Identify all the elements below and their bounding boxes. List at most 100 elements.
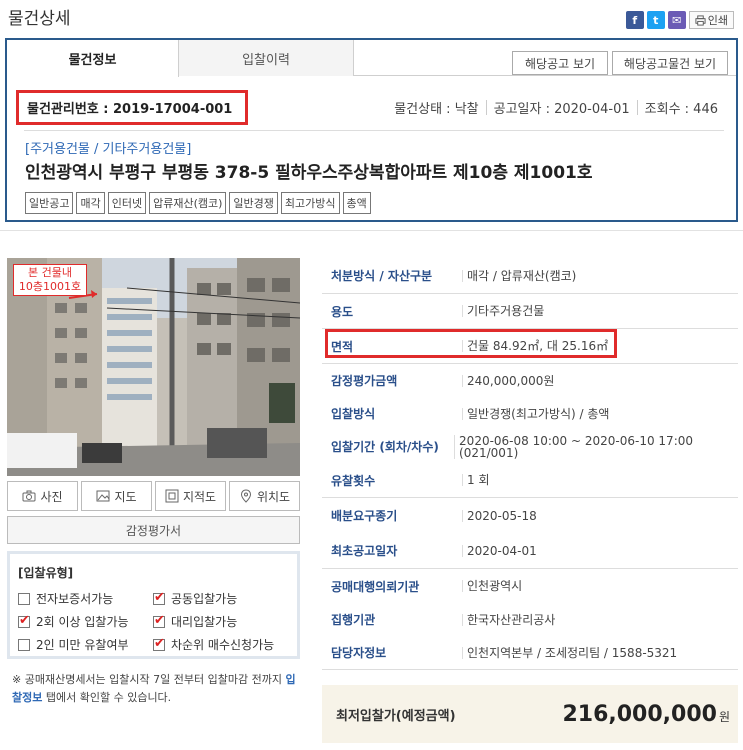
twitter-share-icon[interactable]: t <box>646 11 665 29</box>
bid-option-label: 대리입찰가능 <box>171 615 238 629</box>
tab-bid-history[interactable]: 입찰이력 <box>179 40 354 76</box>
printer-icon <box>695 14 706 26</box>
bid-option-label: 차순위 매수신청가능 <box>171 638 275 652</box>
print-button[interactable]: 인쇄 <box>688 11 734 29</box>
bid-option-min-bidders: 2인 미만 유찰여부 <box>18 636 153 653</box>
info-value: 인천지역본부 / 조세정리팀 / 1588-5321 <box>462 646 677 659</box>
minimum-bid-amount: 216,000,000 원 <box>562 702 730 727</box>
tab-item-info[interactable]: 물건정보 <box>7 40 179 77</box>
info-label: 공매대행의뢰기관 <box>331 579 420 594</box>
minimum-bid-label: 최저입찰가(예정금액) <box>336 708 456 724</box>
info-row-failed-count: 유찰횟수 1 회 <box>322 463 738 498</box>
bid-option-e-guarantee: 전자보증서가능 <box>18 590 153 607</box>
checkbox-checked <box>153 590 165 605</box>
photo-callout-line2: 10층1001호 <box>18 280 82 293</box>
item-category: [주거용건물 / 기타주거용건물] <box>25 142 192 157</box>
share-bar: f t ✉ 인쇄 <box>625 11 734 29</box>
bid-type-options: 전자보증서가능 공동입찰가능 2회 이상 입찰가능 대리입찰가능 2인 미만 유… <box>18 590 289 653</box>
info-row-disposal: 처분방식 / 자산구분 매각 / 압류재산(캠코) <box>322 258 738 294</box>
info-value: 기타주거용건물 <box>462 305 544 317</box>
info-label: 최초공고일자 <box>331 544 398 558</box>
item-tags: 일반공고 매각 인터넷 압류재산(캠코) 일반경쟁 최고가방식 총액 <box>25 192 371 214</box>
info-label: 입찰방식 <box>331 407 376 421</box>
info-label: 처분방식 / 자산구분 <box>331 269 433 283</box>
item-status: 물건상태 : 낙찰 <box>394 102 479 117</box>
view-notice-button[interactable]: 해당공고 보기 <box>512 51 608 75</box>
info-label: 감정평가금액 <box>331 374 398 388</box>
location-map-button-label: 위치도 <box>256 489 291 504</box>
tag: 최고가방식 <box>280 192 340 214</box>
divider <box>24 130 724 131</box>
info-row-executing-agency: 집행기관 한국자산관리공사 <box>322 603 738 636</box>
appraisal-report-button[interactable]: 감정평가서 <box>7 516 300 544</box>
minimum-bid-box: 최저입찰가(예정금액) 216,000,000 원 <box>322 685 738 743</box>
property-photo[interactable]: 본 건물내 10층1001호 <box>7 258 300 476</box>
map-button-label: 지도 <box>114 489 137 504</box>
tag: 압류재산(캠코) <box>149 192 227 214</box>
info-value: 240,000,000원 <box>462 374 554 387</box>
info-row-first-notice: 최초공고일자 2020-04-01 <box>322 533 738 569</box>
checkbox-checked <box>153 613 165 628</box>
bid-option-proxy: 대리입찰가능 <box>153 613 303 630</box>
tag: 일반경쟁 <box>229 192 278 214</box>
map-button[interactable]: 지도 <box>81 481 152 511</box>
info-value: 1 회 <box>462 474 490 486</box>
photo-button[interactable]: 사진 <box>7 481 78 511</box>
info-label: 집행기관 <box>331 613 376 627</box>
checkbox-unchecked <box>18 592 30 605</box>
info-row-requesting-agency: 공매대행의뢰기관 인천광역시 <box>322 569 738 603</box>
tab-bar: 물건정보 입찰이력 해당공고 보기 해당공고물건 보기 <box>7 40 736 77</box>
bid-type-box: [입찰유형] 전자보증서가능 공동입찰가능 2회 이상 입찰가능 대리입찰가능 … <box>7 551 300 659</box>
item-meta: 물건상태 : 낙찰 공고일자 : 2020-04-01 조회수 : 446 <box>394 98 718 117</box>
tag: 일반공고 <box>25 192 74 214</box>
tag: 매각 <box>76 192 105 214</box>
notice-date: 공고일자 : 2020-04-01 <box>493 102 630 117</box>
meta-divider <box>636 100 638 115</box>
info-label: 배분요구종기 <box>331 509 398 523</box>
facebook-share-icon[interactable]: f <box>625 11 644 29</box>
view-count: 조회수 : 446 <box>644 102 718 117</box>
location-map-button[interactable]: 위치도 <box>229 481 300 511</box>
bid-option-second-buyer: 차순위 매수신청가능 <box>153 636 303 653</box>
info-label: 유찰횟수 <box>331 473 376 488</box>
info-row-usage: 용도 기타주거용건물 <box>322 294 738 329</box>
bid-option-multiple: 2회 이상 입찰가능 <box>18 613 153 630</box>
bid-option-label: 공동입찰가능 <box>171 592 238 606</box>
page-title: 물건상세 <box>8 9 71 29</box>
item-info-table: 처분방식 / 자산구분 매각 / 압류재산(캠코) 용도 기타주거용건물 면적 건물 … <box>322 258 738 670</box>
image-icon <box>96 490 110 502</box>
info-label: 입찰기간 (회차/차수) <box>331 440 439 454</box>
info-value: 2020-04-01 <box>462 544 537 557</box>
cadastral-map-button[interactable]: 지적도 <box>155 481 226 511</box>
notice-text-part1: ※ 공매재산명세서는 입찰시작 7일 전부터 입찰마감 전까지 <box>12 673 286 686</box>
info-value: 매각 / 압류재산(캠코) <box>462 269 576 282</box>
info-label: 담당자정보 <box>331 646 387 660</box>
checkbox-unchecked <box>18 638 30 651</box>
location-pin-icon <box>240 489 251 503</box>
view-notice-items-button[interactable]: 해당공고물건 보기 <box>612 51 728 75</box>
section-divider <box>0 230 743 238</box>
area-highlight-box <box>325 329 617 358</box>
info-row-bid-method: 입찰방식 일반경쟁(최고가방식) / 총액 <box>322 397 738 430</box>
info-row-distribution-deadline: 배분요구종기 2020-05-18 <box>322 498 738 533</box>
info-row-bid-period: 입찰기간 (회차/차수) 2020-06-08 10:00 ~ 2020-06-1… <box>322 430 738 463</box>
info-row-contact: 담당자정보 인천지역본부 / 조세정리팀 / 1588-5321 <box>322 636 738 670</box>
notice-text-part2: 탭에서 확인할 수 있습니다. <box>42 691 172 704</box>
bid-option-label: 전자보증서가능 <box>36 592 114 606</box>
info-row-appraisal: 감정평가금액 240,000,000원 <box>322 364 738 397</box>
minimum-bid-value: 216,000,000 <box>562 701 717 727</box>
photo-buttons: 사진 지도 지적도 위치도 <box>7 481 300 511</box>
cadastral-icon <box>165 489 179 503</box>
photo-callout-label: 본 건물내 10층1001호 <box>13 264 87 296</box>
notice-text: ※ 공매재산명세서는 입찰시작 7일 전부터 입찰마감 전까지 입찰정보 탭에서… <box>12 671 302 707</box>
item-summary-panel: 물건정보 입찰이력 해당공고 보기 해당공고물건 보기 물건관리번호 : 201… <box>5 38 738 222</box>
bid-type-title: [입찰유형] <box>18 566 74 580</box>
tag: 총액 <box>342 192 371 214</box>
mail-share-icon[interactable]: ✉ <box>667 11 686 29</box>
print-label: 인쇄 <box>707 14 728 27</box>
info-value: 한국자산관리공사 <box>462 613 555 626</box>
info-label: 용도 <box>331 304 354 319</box>
bid-option-joint: 공동입찰가능 <box>153 590 303 607</box>
bid-option-label: 2회 이상 입찰가능 <box>36 615 129 629</box>
bid-option-label: 2인 미만 유찰여부 <box>36 638 129 652</box>
